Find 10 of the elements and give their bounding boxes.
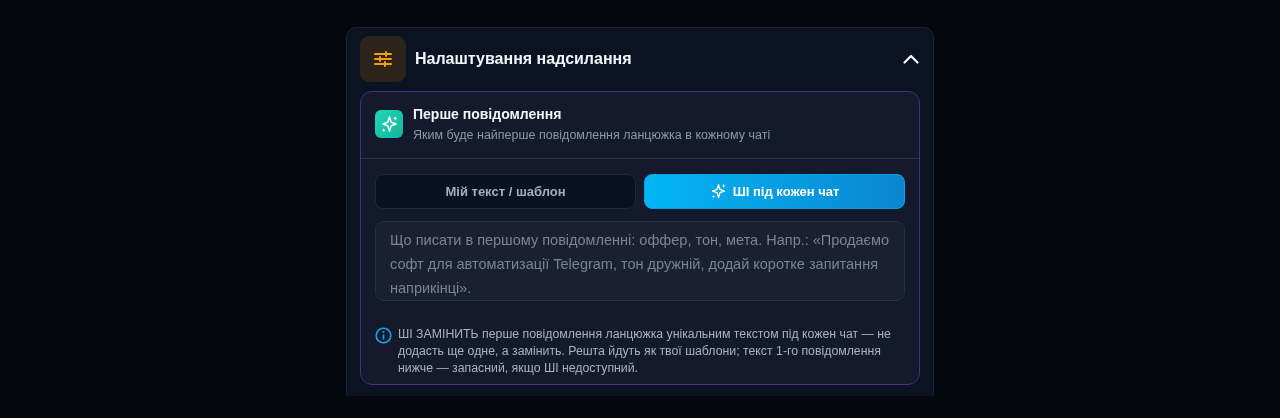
sliders-icon [360, 36, 406, 82]
sparkle-icon [375, 110, 403, 138]
info-icon [375, 327, 392, 344]
chevron-up-icon[interactable] [903, 54, 919, 64]
section-title: Налаштування надсилання [415, 50, 633, 68]
card-title: Перше повідомлення [413, 106, 563, 122]
card-subtitle: Яким буде найперше повідомлення ланцюжка в кожному чаті [413, 128, 771, 142]
info-note: ШІ ЗАМІНИТЬ перше повідомлення ланцюжка унікальним текстом під кожен чат — не додасть ще одне, а замінить. Решта йдуть як твої шаблони; текст 1-го повідомлення нижче — запасний, якщо ШІ недоступний. [398, 326, 892, 377]
mode-tab[interactable]: Мій текст / шаблон [375, 174, 636, 209]
prompt-field[interactable]: Що писати в першому повідомленні: оффер, тон, мета. Напр.: «Продаємо софт для автоматизації Telegram, тон дружній, додай коротке запитання наприкінці». [375, 221, 905, 301]
